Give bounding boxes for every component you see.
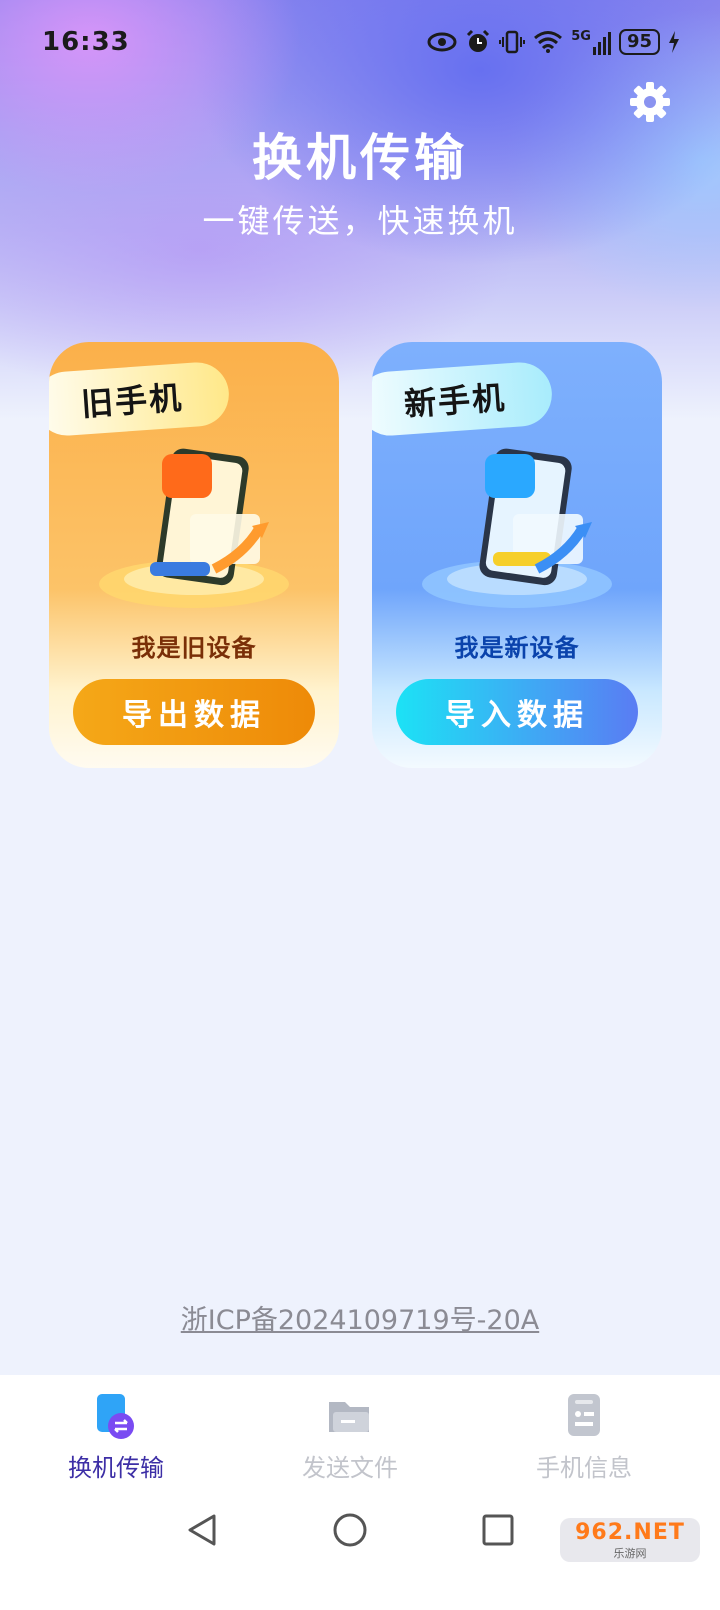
nav-item-transfer[interactable]: 换机传输: [16, 1390, 216, 1490]
app-subtitle: 一键传送，快速换机: [202, 202, 518, 240]
battery-indicator: 95: [618, 29, 660, 55]
old-phone-card[interactable]: 旧手机 我是旧设备 导出数据: [49, 342, 339, 768]
old-phone-tag: 旧手机: [49, 360, 231, 438]
site-watermark: 962.NET 乐游网: [560, 1518, 700, 1562]
new-phone-illustration: [422, 448, 612, 608]
icp-link[interactable]: 浙ICP备2024109719号-20A: [0, 1298, 720, 1337]
nav-label-phone-info: 手机信息: [536, 1454, 632, 1482]
new-phone-tag: 新手机: [372, 360, 554, 438]
alarm-icon: [467, 29, 490, 52]
transfer-icon: [97, 1394, 134, 1439]
home-icon[interactable]: [328, 1508, 372, 1552]
app-title: 换机传输: [252, 129, 468, 187]
recents-icon[interactable]: [476, 1508, 520, 1552]
status-icons: 5G 95: [427, 29, 680, 55]
status-time: 16:33: [42, 27, 130, 57]
watermark-top: 962.NET: [575, 1519, 685, 1545]
import-data-button[interactable]: 导入数据: [396, 679, 638, 745]
status-bar: 16:33 5G 95: [0, 0, 720, 84]
new-phone-card[interactable]: 新手机 我是新设备 导入数据: [372, 342, 662, 768]
wifi-icon: [534, 31, 563, 53]
nav-label-send-files: 发送文件: [302, 1454, 398, 1482]
folder-icon: [329, 1402, 369, 1432]
charging-icon: [669, 31, 679, 53]
old-device-label: 我是旧设备: [131, 634, 257, 662]
old-phone-illustration: [99, 448, 289, 608]
eye-icon: [427, 32, 457, 52]
nav-item-phone-info[interactable]: 手机信息: [484, 1390, 684, 1490]
back-icon[interactable]: [180, 1508, 224, 1552]
new-device-label: 我是新设备: [454, 634, 580, 662]
vibrate-icon: [499, 30, 526, 54]
watermark-bottom: 乐游网: [613, 1546, 647, 1560]
signal-5g-icon: 5G: [571, 29, 611, 55]
network-label: 5G: [571, 29, 591, 44]
phone-info-icon: [568, 1394, 600, 1436]
export-data-button[interactable]: 导出数据: [73, 679, 315, 745]
nav-item-send-files[interactable]: 发送文件: [250, 1390, 450, 1490]
nav-label-transfer: 换机传输: [68, 1454, 164, 1482]
